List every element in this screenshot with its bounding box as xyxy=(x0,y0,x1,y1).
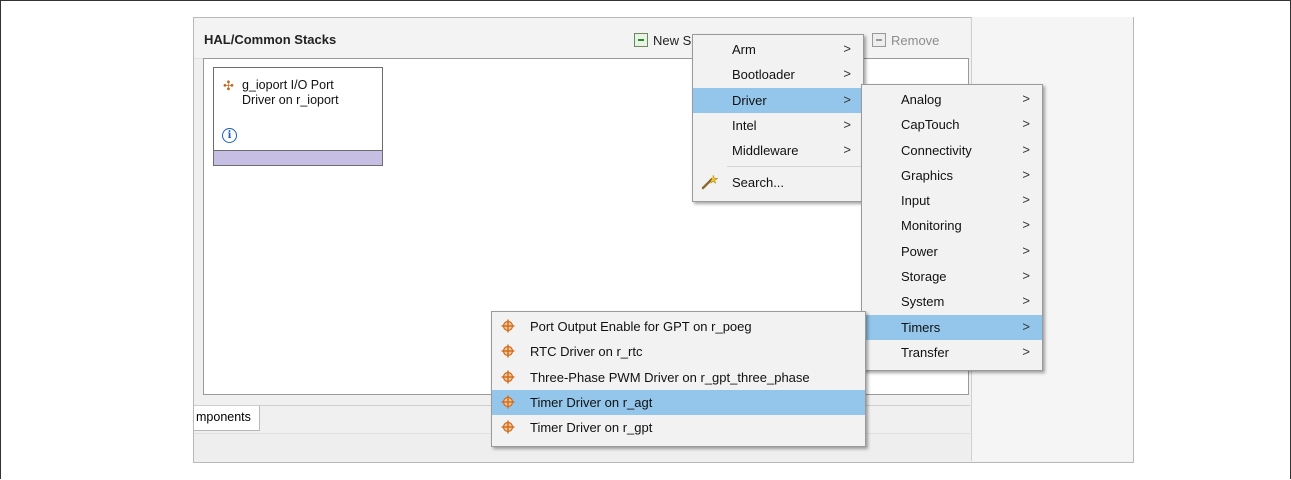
menu-item-label: Graphics xyxy=(901,167,954,183)
menu-item-label: Middleware xyxy=(732,143,799,159)
stack-label: g_ioport I/O Port Driver on r_ioport xyxy=(242,78,372,108)
menu-item-arm[interactable]: Arm > xyxy=(693,37,863,62)
menu-item-input[interactable]: Input > xyxy=(862,188,1042,213)
menu-item-port-output-enable-for-gpt-on-r-poeg[interactable]: Port Output Enable for GPT on r_poeg xyxy=(492,314,865,339)
menu-item-system[interactable]: System > xyxy=(862,289,1042,314)
menu-item-label: Monitoring xyxy=(901,218,962,234)
menu-item-label: Connectivity xyxy=(901,142,972,158)
menu-item-label: Storage xyxy=(901,269,947,285)
component-crosshair-icon xyxy=(501,370,515,384)
chevron-right-icon: > xyxy=(1022,192,1030,208)
component-crosshair-icon xyxy=(501,319,515,333)
menu-item-label: Arm xyxy=(732,42,756,57)
menu-item-intel[interactable]: Intel > xyxy=(693,113,863,138)
chevron-right-icon: > xyxy=(1022,166,1030,182)
chevron-right-icon: > xyxy=(843,142,851,158)
timers-submenu: Port Output Enable for GPT on r_poeg RTC … xyxy=(491,311,866,447)
menu-item-rtc-driver-on-r-rtc[interactable]: RTC Driver on r_rtc xyxy=(492,339,865,364)
menu-item-label: Timers xyxy=(901,319,941,335)
search-wand-icon xyxy=(701,175,719,190)
new-stack-button[interactable]: New S xyxy=(634,30,691,50)
chevron-right-icon: > xyxy=(1022,141,1030,157)
menu-item-timer-driver-on-r-agt[interactable]: Timer Driver on r_agt xyxy=(492,389,865,416)
menu-item-graphics[interactable]: Graphics > xyxy=(862,163,1042,188)
tab-components[interactable]: mponents xyxy=(194,406,260,431)
component-crosshair-icon xyxy=(501,420,515,434)
menu-item-driver[interactable]: Driver > xyxy=(693,87,863,113)
chevron-right-icon: > xyxy=(1022,318,1030,334)
chevron-right-icon: > xyxy=(1022,268,1030,284)
menu-item-label: Three-Phase PWM Driver on r_gpt_three_ph… xyxy=(530,369,810,385)
remove-icon xyxy=(872,33,886,47)
chevron-right-icon: > xyxy=(843,116,851,132)
menu-item-power[interactable]: Power > xyxy=(862,239,1042,264)
new-stack-label: New S xyxy=(653,32,692,48)
chevron-right-icon: > xyxy=(1022,293,1030,309)
menu-item-label: Port Output Enable for GPT on r_poeg xyxy=(530,319,752,334)
stack-label-line2: Driver on r_ioport xyxy=(242,93,339,107)
ioport-stack-block[interactable]: ✣ g_ioport I/O Port Driver on r_ioport i xyxy=(213,67,383,166)
chevron-right-icon: > xyxy=(1022,116,1030,132)
menu-item-bootloader[interactable]: Bootloader > xyxy=(693,62,863,87)
chevron-right-icon: > xyxy=(843,66,851,82)
chevron-right-icon: > xyxy=(843,91,851,107)
menu-item-captouch[interactable]: CapTouch > xyxy=(862,112,1042,137)
menu-item-analog[interactable]: Analog > xyxy=(862,87,1042,112)
menu-item-label: System xyxy=(901,294,945,310)
chevron-right-icon: > xyxy=(1022,343,1030,359)
menu-item-timer-driver-on-r-gpt[interactable]: Timer Driver on r_gpt xyxy=(492,415,865,440)
menu-item-label: Timer Driver on r_gpt xyxy=(530,420,653,436)
new-stack-icon xyxy=(634,33,648,47)
panel-title: HAL/Common Stacks xyxy=(204,32,337,47)
chevron-right-icon: > xyxy=(1022,242,1030,258)
menu-item-label: Input xyxy=(901,193,930,209)
component-crosshair-icon xyxy=(501,344,515,358)
menu-item-storage[interactable]: Storage > xyxy=(862,264,1042,289)
menu-item-label: Intel xyxy=(732,117,757,133)
menu-separator xyxy=(727,166,863,168)
menu-item-three-phase-pwm-driver-on-r-gpt-three-phase[interactable]: Three-Phase PWM Driver on r_gpt_three_ph… xyxy=(492,365,865,390)
new-stack-menu: Arm > Bootloader > Driver > Intel > Middleware > S… xyxy=(692,34,864,202)
menu-item-label: Analog xyxy=(901,92,942,107)
chevron-right-icon: > xyxy=(1022,217,1030,233)
info-icon[interactable]: i xyxy=(222,128,237,143)
menu-item-label: Bootloader xyxy=(732,67,795,83)
menu-item-label: Timer Driver on r_agt xyxy=(530,394,653,410)
menu-item-search[interactable]: Search... xyxy=(693,170,863,195)
menu-item-label: Power xyxy=(901,243,938,259)
stack-component-icon: ✣ xyxy=(223,78,234,93)
menu-item-label: Search... xyxy=(732,175,785,191)
menu-item-label: Driver xyxy=(732,92,767,108)
stack-add-bar[interactable] xyxy=(214,150,382,165)
driver-submenu: Analog > CapTouch > Connectivity > Graphics > In… xyxy=(861,84,1043,371)
remove-button[interactable]: Remove xyxy=(872,30,939,50)
menu-item-timers[interactable]: Timers > xyxy=(862,314,1042,340)
chevron-right-icon: > xyxy=(843,41,851,56)
remove-label: Remove xyxy=(891,32,940,48)
menu-item-label: CapTouch xyxy=(901,117,960,133)
menu-item-transfer[interactable]: Transfer > xyxy=(862,340,1042,365)
chevron-right-icon: > xyxy=(1022,91,1030,106)
menu-item-label: Transfer xyxy=(901,344,949,360)
menu-item-middleware[interactable]: Middleware > xyxy=(693,138,863,163)
stack-label-line1: g_ioport I/O Port xyxy=(242,78,334,92)
menu-item-connectivity[interactable]: Connectivity > xyxy=(862,138,1042,163)
menu-item-monitoring[interactable]: Monitoring > xyxy=(862,213,1042,238)
component-crosshair-icon xyxy=(501,395,515,409)
menu-item-label: RTC Driver on r_rtc xyxy=(530,344,643,360)
